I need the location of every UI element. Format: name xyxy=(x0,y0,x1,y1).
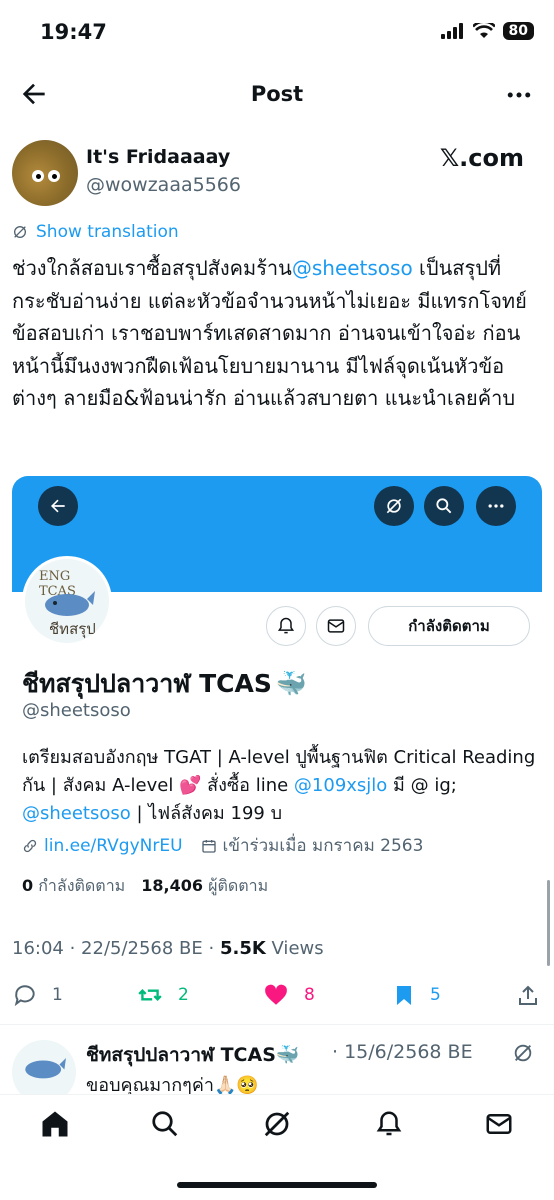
profile-meta: lin.ee/RVgyNrEU เข้าร่วมเมื่อ มกราคม 256… xyxy=(22,832,423,859)
reply-date: · 15/6/2568 BE xyxy=(332,1041,473,1063)
whale-icon xyxy=(45,591,95,616)
show-translation-label: Show translation xyxy=(36,222,179,242)
scrollbar[interactable] xyxy=(547,880,550,966)
card-back-icon xyxy=(38,486,78,526)
whale-emoji: 🐳 xyxy=(275,669,307,698)
reply-icon xyxy=(14,985,35,1007)
profile-website: lin.ee/RVgyNrEU xyxy=(44,835,183,856)
profile-bio: เตรียมสอบอังกฤษ TGAT | A-level ปูพื้นฐาน… xyxy=(22,747,536,824)
following-button: กำลังติดตาม xyxy=(368,606,530,646)
post-text: ช่วงใกล้สอบเราซื้อสรุปสังคมร้าน@sheetsos… xyxy=(12,256,527,410)
author-handle[interactable]: @wowzaaa5566 xyxy=(86,174,241,196)
wifi-icon xyxy=(472,23,495,38)
divider xyxy=(0,1024,554,1025)
bookmark-icon xyxy=(397,986,411,1005)
post-actions: 1 2 8 5 xyxy=(0,980,554,1012)
grok-icon xyxy=(14,226,26,238)
repost-button[interactable]: 2 xyxy=(136,982,189,1008)
card-more-icon xyxy=(476,486,516,526)
link-icon xyxy=(23,839,37,852)
messages-icon[interactable] xyxy=(484,1109,514,1139)
profile-joined: เข้าร่วมเมื่อ มกราคม 2563 xyxy=(222,836,424,856)
page-title: Post xyxy=(250,82,304,106)
profile-avatar: ENG TCAS ชีทสรุป xyxy=(22,556,112,646)
reply-grok-icon[interactable] xyxy=(512,1042,534,1064)
reply-button[interactable]: 1 xyxy=(12,982,63,1008)
post-timestamp: 16:04 · 22/5/2568 BE · 5.5K Views xyxy=(12,938,324,959)
author-avatar[interactable] xyxy=(12,140,78,206)
show-translation-link[interactable]: Show translation xyxy=(12,222,179,242)
envelope-icon xyxy=(327,619,345,633)
home-indicator xyxy=(177,1182,377,1188)
reply-author-name[interactable]: ชีทสรุปปลาวาฬ TCAS🐳 xyxy=(86,1040,300,1070)
message-button xyxy=(316,606,356,646)
battery-indicator: 80 xyxy=(502,22,534,40)
more-options-icon[interactable] xyxy=(504,80,534,110)
bell-plus-icon xyxy=(277,617,295,634)
x-com-badge: 𝕏.com xyxy=(439,144,524,172)
share-icon[interactable] xyxy=(516,984,540,1008)
notifications-icon[interactable] xyxy=(374,1109,404,1139)
profile-stats: 0 กำลังติดตาม 18,406 ผู้ติดตาม xyxy=(22,876,269,895)
search-icon[interactable] xyxy=(150,1109,180,1139)
profile-screenshot-card[interactable]: ENG TCAS ชีทสรุป กำลังติดตาม ชีทสรุปปลาว… xyxy=(12,476,542,916)
calendar-icon xyxy=(201,839,216,853)
profile-handle: @sheetsoso xyxy=(22,700,131,721)
profile-name: ชีทสรุปปลาวาฬ TCAS 🐳 xyxy=(22,669,307,698)
signal-icon xyxy=(440,23,463,39)
heart-icon xyxy=(265,984,287,1005)
bookmark-button[interactable]: 5 xyxy=(392,982,441,1008)
whale-icon xyxy=(25,1058,66,1079)
status-icons: 80 xyxy=(440,22,534,40)
like-button[interactable]: 8 xyxy=(262,982,315,1008)
card-search-icon xyxy=(424,486,464,526)
status-time: 19:47 xyxy=(40,20,107,44)
author-name[interactable]: It's Fridaaaay xyxy=(86,146,230,168)
card-grok-icon xyxy=(374,486,414,526)
notification-bell-button xyxy=(266,606,306,646)
home-icon[interactable] xyxy=(40,1109,70,1139)
mention-link[interactable]: @sheetsoso xyxy=(292,256,413,280)
repost-icon xyxy=(138,988,162,1002)
grok-icon[interactable] xyxy=(262,1109,292,1139)
